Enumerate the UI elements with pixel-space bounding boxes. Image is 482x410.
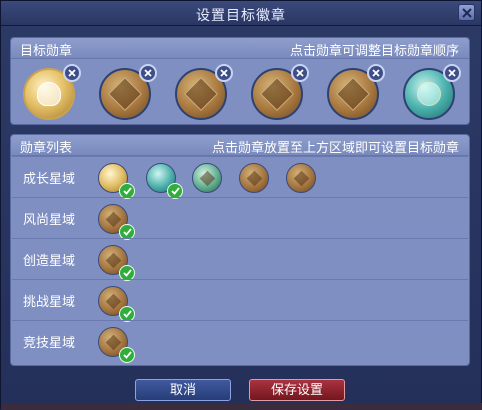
row-label: 挑战星域 — [23, 294, 76, 309]
target-badge-slot[interactable] — [403, 64, 461, 122]
row-label: 创造星域 — [23, 253, 76, 268]
bronze-spiral-badge-icon[interactable] — [239, 163, 269, 193]
gold-lotus-badge-icon[interactable] — [98, 163, 135, 199]
list-panel-title: 勋章列表 — [20, 140, 73, 155]
bronze-flower-badge-icon[interactable] — [98, 245, 135, 281]
list-panel-hint: 点击勋章放置至上方区域即可设置目标勋章 — [211, 140, 459, 155]
row-label: 风尚星域 — [23, 212, 76, 227]
badge-row-fashion: 风尚星域 — [12, 197, 468, 240]
teal-swirl-badge-icon[interactable] — [146, 163, 183, 199]
badge-row-competition: 竞技星域 — [12, 320, 468, 363]
dialog-title: 设置目标徽章 — [196, 7, 286, 23]
bronze-cube-badge-icon[interactable] — [286, 163, 316, 193]
badge-row-growth: 成长星域 — [12, 156, 468, 199]
remove-badge-button[interactable] — [63, 64, 81, 82]
target-badges-panel: 目标勋章 点击勋章可调整目标勋章顺序 — [10, 37, 470, 125]
close-icon — [448, 69, 456, 77]
close-icon — [296, 69, 304, 77]
list-panel-header: 勋章列表 点击勋章放置至上方区域即可设置目标勋章 — [11, 135, 469, 156]
target-badge-slot[interactable] — [251, 64, 309, 122]
bronze-diamond-badge-icon[interactable] — [98, 286, 135, 322]
remove-badge-button[interactable] — [367, 64, 385, 82]
remove-badge-button[interactable] — [215, 64, 233, 82]
row-label: 成长星域 — [23, 171, 76, 186]
check-icon — [119, 347, 135, 363]
close-button[interactable] — [458, 4, 475, 21]
bronze-leaf-badge-icon[interactable] — [98, 204, 135, 240]
close-icon — [220, 69, 228, 77]
close-icon — [372, 69, 380, 77]
close-icon — [68, 69, 76, 77]
target-badge-slot[interactable] — [99, 64, 157, 122]
target-badge-slot[interactable] — [23, 64, 81, 122]
badge-row-creation: 创造星域 — [12, 238, 468, 281]
target-panel-hint: 点击勋章可调整目标勋章顺序 — [289, 43, 459, 58]
close-icon — [144, 69, 152, 77]
remove-badge-button[interactable] — [443, 64, 461, 82]
title-bar: 设置目标徽章 — [1, 1, 481, 26]
close-icon — [461, 7, 472, 18]
target-panel-title: 目标勋章 — [20, 43, 73, 58]
bronze-fan-badge-icon[interactable] — [98, 327, 135, 363]
target-panel-header: 目标勋章 点击勋章可调整目标勋章顺序 — [11, 38, 469, 59]
row-label: 竞技星域 — [23, 335, 76, 350]
set-target-badge-dialog: 设置目标徽章 目标勋章 点击勋章可调整目标勋章顺序 勋章列表 点击勋章放置至上方… — [0, 0, 482, 410]
green-leaf-badge-icon[interactable] — [192, 163, 222, 193]
target-badge-slot[interactable] — [175, 64, 233, 122]
remove-badge-button[interactable] — [139, 64, 157, 82]
cancel-button[interactable]: 取消 — [135, 379, 231, 401]
target-badge-slot[interactable] — [327, 64, 385, 122]
badge-list-panel: 勋章列表 点击勋章放置至上方区域即可设置目标勋章 成长星域 风尚星域 创造星域 … — [10, 134, 470, 366]
badge-row-challenge: 挑战星域 — [12, 279, 468, 322]
remove-badge-button[interactable] — [291, 64, 309, 82]
save-settings-button[interactable]: 保存设置 — [249, 379, 345, 401]
